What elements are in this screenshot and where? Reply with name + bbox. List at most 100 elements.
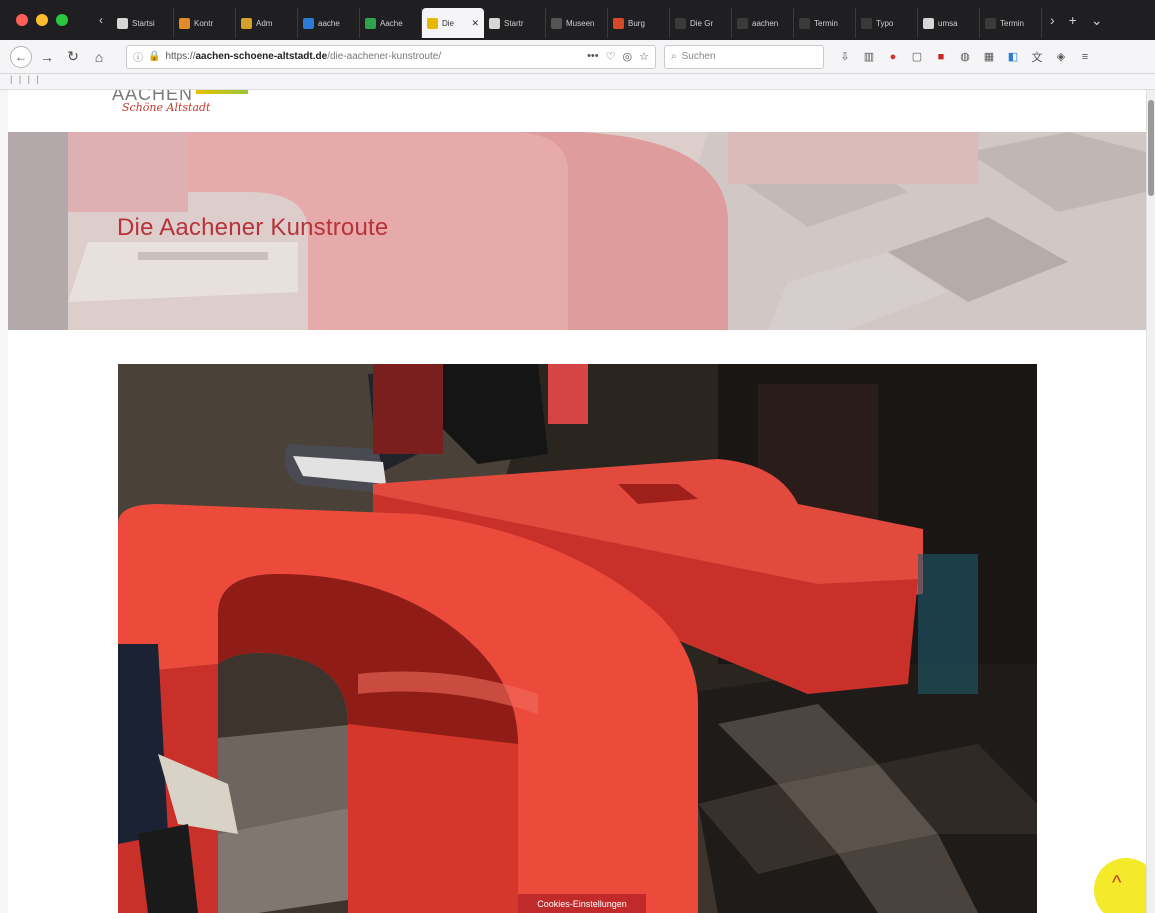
favicon-icon (117, 17, 128, 29)
url-host: aachen-schoene-altstadt.de (195, 51, 328, 62)
maximize-window-button[interactable] (56, 14, 68, 26)
tab-label: Startr (504, 18, 524, 28)
logo-color-bar (196, 90, 248, 94)
info-icon[interactable]: ⓘ (133, 49, 143, 64)
logo-sub-text: Schöne Altstadt (122, 101, 211, 114)
browser-tab[interactable]: umsa (918, 8, 980, 38)
addon-blue-icon[interactable]: ◧ (1006, 50, 1020, 64)
browser-tab[interactable]: Die ✕ (422, 8, 484, 38)
toolbar-icons: ⇩ ▥ ● ▢ ■ ◍ ▦ ◧ 文 ◈ ≡ (838, 50, 1092, 64)
tab-label: Burg (628, 18, 645, 28)
close-window-button[interactable] (16, 14, 28, 26)
home-button[interactable]: ⌂ (88, 46, 110, 68)
translate-icon[interactable]: 文 (1030, 50, 1044, 64)
tab-label: aachen (752, 18, 779, 28)
scrollbar-thumb[interactable] (1148, 100, 1154, 196)
reader-icon[interactable]: ◎ (623, 50, 633, 63)
browser-tab[interactable]: aache (298, 8, 360, 38)
url-path: /die-aachener-kunstroute/ (327, 51, 442, 62)
minimize-window-button[interactable] (36, 14, 48, 26)
browser-tab[interactable]: Kontr (174, 8, 236, 38)
web-page: AACHEN Schöne Altstadt Die Aachener Kuns… (8, 90, 1146, 913)
tab-label: umsa (938, 18, 958, 28)
new-tab-button[interactable]: + (1069, 12, 1077, 29)
download-icon[interactable]: ⇩ (838, 50, 852, 64)
url-scheme: https:// (165, 51, 196, 62)
browser-tab[interactable]: aachen (732, 8, 794, 38)
address-bar[interactable]: ⓘ 🔒 https://aachen-schoene-altstadt.de/d… (126, 44, 656, 69)
browser-tab[interactable]: Burg (608, 8, 670, 38)
tab-label: aache (318, 18, 340, 28)
search-input[interactable]: Suchen (682, 51, 716, 62)
site-logo[interactable]: AACHEN Schöne Altstadt (112, 90, 248, 114)
chevron-up-icon: ^ (1112, 872, 1122, 894)
library-icon[interactable]: ▥ (862, 50, 876, 64)
chevron-left-icon[interactable]: ‹ (90, 13, 112, 27)
browser-window: ‹ Startsi Kontr Adm aache Aache Die ✕ Startr Mus… (0, 0, 1155, 913)
browser-tab[interactable]: Adm (236, 8, 298, 38)
chevron-right-icon[interactable]: › (1050, 12, 1055, 29)
tab-label: Adm (256, 18, 273, 28)
search-bar[interactable]: ⌕ Suchen (664, 44, 824, 69)
browser-tab[interactable]: Aache (360, 8, 422, 38)
browser-tab[interactable]: Termin (980, 8, 1042, 38)
chevron-down-icon[interactable]: ⌄ (1091, 12, 1103, 29)
tab-label: Aache (380, 18, 403, 28)
tab-label: Typo (876, 18, 894, 28)
page-scrollbar[interactable] (1146, 90, 1155, 913)
addon-shield-icon[interactable]: ◈ (1054, 50, 1068, 64)
page-title: Die Aachener Kunstroute (117, 214, 389, 241)
browser-tab[interactable]: Startsi (112, 8, 174, 38)
favicon-icon (861, 17, 872, 29)
favicon-icon (551, 17, 562, 29)
browser-tab[interactable]: Typo (856, 8, 918, 38)
favicon-icon (489, 17, 500, 29)
favicon-icon (179, 17, 190, 29)
menu-icon[interactable]: ≡ (1078, 50, 1092, 64)
more-icon[interactable]: ••• (587, 50, 599, 63)
favicon-icon (799, 17, 810, 29)
forward-button[interactable]: → (36, 46, 58, 68)
close-tab-icon[interactable]: ✕ (471, 18, 479, 29)
tab-label: Kontr (194, 18, 214, 28)
browser-tab[interactable]: Termin (794, 8, 856, 38)
favicon-icon (923, 17, 934, 29)
favicon-icon (365, 17, 376, 29)
addon-grid-icon[interactable]: ▦ (982, 50, 996, 64)
addon-red-icon[interactable]: ● (886, 50, 900, 64)
bookmark-star-icon[interactable]: ☆ (639, 50, 649, 63)
browser-tab[interactable]: Museen (546, 8, 608, 38)
url-actions: ••• ♡ ◎ ☆ (587, 50, 649, 63)
tab-controls: › + ⌄ (1042, 12, 1103, 29)
browser-tab[interactable]: Die Gr (670, 8, 732, 38)
red-letter-seat-photo (118, 364, 1037, 913)
favicon-icon (985, 17, 996, 29)
tab-label: Die (442, 18, 455, 28)
tab-label: Termin (814, 18, 839, 28)
reload-button[interactable]: ↻ (62, 46, 84, 68)
feature-image (118, 364, 1037, 913)
favicon-icon (427, 17, 438, 29)
tab-label: Museen (566, 18, 595, 28)
back-button[interactable]: ← (10, 45, 32, 68)
addon-globe-icon[interactable]: ◍ (958, 50, 972, 64)
lock-icon: 🔒 (148, 51, 161, 62)
browser-tab[interactable]: Startr (484, 8, 546, 38)
tab-label: Startsi (132, 18, 155, 28)
tab-label: Die Gr (690, 18, 714, 28)
favicon-icon (737, 17, 748, 29)
tab-list: Startsi Kontr Adm aache Aache Die ✕ Startr Musee… (112, 2, 1042, 38)
tab-label: Termin (1000, 18, 1025, 28)
favicon-icon (303, 17, 314, 29)
hero-banner: Die Aachener Kunstroute (8, 132, 1146, 330)
sidebar-icon[interactable]: ▢ (910, 50, 924, 64)
navigation-bar: ← → ↻ ⌂ ⓘ 🔒 https://aachen-schoene-altst… (0, 40, 1155, 74)
scroll-to-top-button[interactable]: ^ (1094, 858, 1146, 913)
cookie-settings-button[interactable]: Cookies-Einstellungen (518, 894, 646, 913)
addon-lastpass-icon[interactable]: ■ (934, 50, 948, 64)
site-header: AACHEN Schöne Altstadt (8, 90, 1146, 132)
pocket-icon[interactable]: ♡ (606, 50, 616, 63)
bookmarks-toolbar: | | | | (0, 74, 1155, 90)
favicon-icon (241, 17, 252, 29)
window-controls (0, 14, 90, 26)
